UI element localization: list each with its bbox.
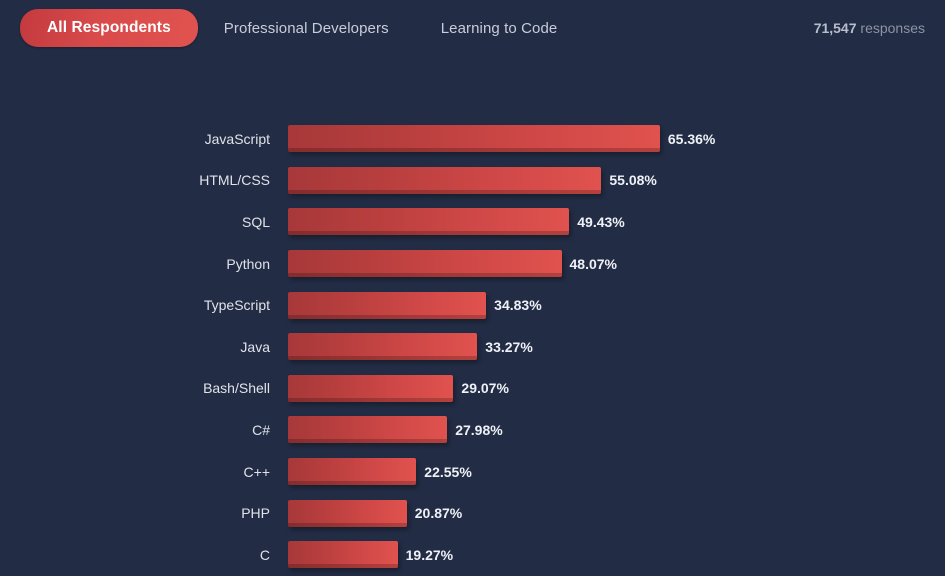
- bar[interactable]: [288, 374, 454, 402]
- bar[interactable]: [288, 125, 660, 153]
- bar-track: 19.27%: [288, 534, 945, 576]
- bar[interactable]: [288, 291, 487, 319]
- bar[interactable]: [288, 166, 602, 194]
- bar-row: C++ 22.55%: [0, 451, 945, 493]
- bar-track: 49.43%: [288, 201, 945, 243]
- category-label: C: [259, 546, 270, 563]
- bar-row: Python 48.07%: [0, 243, 945, 285]
- bar-value-label: 48.07%: [569, 255, 617, 272]
- bar-row: HTML/CSS 55.08%: [0, 160, 945, 202]
- bar-value-label: 22.55%: [424, 463, 472, 480]
- tab-learning-to-code[interactable]: Learning to Code: [415, 21, 584, 36]
- bar[interactable]: [288, 499, 407, 527]
- category-label: Java: [240, 338, 270, 355]
- category-label: HTML/CSS: [199, 172, 270, 189]
- category-label: JavaScript: [204, 130, 270, 147]
- category-label: PHP: [241, 505, 270, 522]
- bar-value-label: 34.83%: [494, 297, 542, 314]
- bar-track: 27.98%: [288, 409, 945, 451]
- bar-track: 48.07%: [288, 243, 945, 285]
- bar-row: C 19.27%: [0, 534, 945, 576]
- bar-value-label: 65.36%: [667, 130, 716, 147]
- category-label: SQL: [241, 213, 270, 230]
- bar-value-label: 55.08%: [609, 172, 657, 189]
- bar-track: 29.07%: [288, 368, 945, 410]
- bar[interactable]: [288, 416, 448, 444]
- responses-count: 71,547: [813, 20, 857, 36]
- bar-track: 55.08%: [288, 160, 945, 202]
- responses-counter: 71,547 responses: [814, 20, 925, 36]
- bar-row: PHP 20.87%: [0, 492, 945, 534]
- responses-label: responses: [860, 20, 925, 36]
- bar[interactable]: [288, 208, 570, 236]
- bar[interactable]: [288, 541, 398, 569]
- bar[interactable]: [288, 250, 562, 278]
- bar-track: 65.36%: [288, 118, 945, 160]
- bar[interactable]: [288, 333, 478, 361]
- category-label: Python: [226, 255, 270, 272]
- bar-value-label: 33.27%: [485, 338, 533, 355]
- bar-row: C# 27.98%: [0, 409, 945, 451]
- bar-row: SQL 49.43%: [0, 201, 945, 243]
- tab-professional-developers[interactable]: Professional Developers: [198, 21, 415, 36]
- bar-value-label: 19.27%: [405, 546, 454, 563]
- category-label: Bash/Shell: [203, 380, 270, 397]
- bar-value-label: 20.87%: [414, 505, 463, 522]
- category-label: C++: [243, 463, 270, 480]
- bar-track: 20.87%: [288, 492, 945, 534]
- bar[interactable]: [288, 458, 417, 486]
- bar-row: TypeScript 34.83%: [0, 284, 945, 326]
- bar-value-label: 27.98%: [455, 421, 503, 438]
- bar-track: 34.83%: [288, 284, 945, 326]
- bar-row: JavaScript 65.36%: [0, 118, 945, 160]
- category-label: C#: [252, 421, 270, 438]
- category-label: TypeScript: [203, 297, 270, 314]
- bar-value-label: 29.07%: [461, 380, 509, 397]
- bar-track: 33.27%: [288, 326, 945, 368]
- bar-row: Java 33.27%: [0, 326, 945, 368]
- tab-list: All Respondents Professional Developers Le…: [20, 8, 584, 48]
- bar-track: 22.55%: [288, 451, 945, 493]
- header-bar: All Respondents Professional Developers Le…: [0, 0, 945, 56]
- bar-value-label: 49.43%: [577, 213, 625, 230]
- tab-all-respondents[interactable]: All Respondents: [20, 8, 198, 48]
- bar-row: Bash/Shell 29.07%: [0, 368, 945, 410]
- bar-chart: JavaScript 65.36% HTML/CSS 55.08% SQL 49.43% P…: [0, 56, 945, 576]
